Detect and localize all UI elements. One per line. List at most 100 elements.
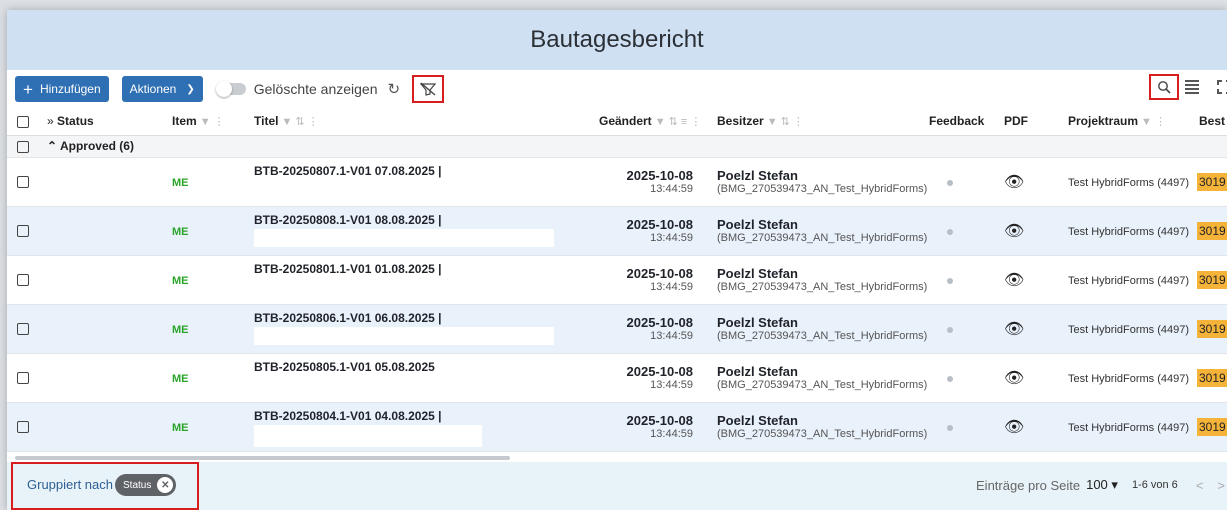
next-page-icon[interactable]: > xyxy=(1217,478,1225,493)
feedback-dot-icon xyxy=(947,424,953,431)
search-button[interactable] xyxy=(1149,74,1179,100)
col-besitzer[interactable]: Besitzer ▼ ⇅ ⋮ xyxy=(707,108,929,136)
eye-icon[interactable]: 👁 xyxy=(1004,174,1024,191)
status-cell xyxy=(47,206,172,256)
right-tools xyxy=(1149,74,1227,100)
col-projektraum[interactable]: Projektraum ▼ ⋮ xyxy=(1054,108,1187,136)
project-cell: Test HybridForms (4497) xyxy=(1068,225,1190,238)
add-button-label: Hinzufügen xyxy=(39,82,101,96)
expand-all-icon[interactable]: » xyxy=(47,114,54,128)
title-cell[interactable]: BTB-20250801.1-V01 01.08.2025 | xyxy=(254,255,599,305)
row-checkbox[interactable] xyxy=(17,176,29,189)
title-cell[interactable]: BTB-20250807.1-V01 07.08.2025 | xyxy=(254,157,599,207)
table-row[interactable]: ME BTB-20250808.1-V01 08.08.2025 | 2025-10… xyxy=(7,206,1227,256)
actions-button[interactable]: Aktionen ❯ xyxy=(121,76,203,102)
eye-icon[interactable]: 👁 xyxy=(1004,321,1024,338)
show-deleted-label: Gelöschte anzeigen xyxy=(253,81,378,97)
app-window: Bautagesbericht + Hinzufügen Aktionen ❯ … xyxy=(7,10,1227,510)
col-titel[interactable]: Titel ▼ ⇅ ⋮ xyxy=(254,108,599,136)
title-cell[interactable]: BTB-20250805.1-V01 05.08.2025 xyxy=(254,353,599,403)
project-cell: Test HybridForms (4497) xyxy=(1068,372,1190,385)
row-checkbox[interactable] xyxy=(17,323,29,336)
redacted-area xyxy=(254,228,554,247)
item-badge: ME xyxy=(172,323,189,336)
col-status[interactable]: » Status xyxy=(47,108,172,136)
table-header: » Status Item ▼ ⋮ Titel ▼ ⇅ ⋮ Geändert ▼ ⇅ … xyxy=(7,108,1227,136)
owner-cell: Poelzl Stefan (BMG_270539473_AN_Test_Hybr… xyxy=(707,157,929,207)
group-chip[interactable]: Status ✕ xyxy=(115,474,177,496)
project-cell: Test HybridForms (4497) xyxy=(1068,421,1190,434)
eye-icon[interactable]: 👁 xyxy=(1004,419,1024,436)
columns-icon[interactable] xyxy=(1185,80,1199,94)
toolbar: + Hinzufügen Aktionen ❯ Gelöschte anzeig… xyxy=(7,70,1227,108)
status-cell xyxy=(47,353,172,403)
modified-cell: 2025-10-08 13:44:59 xyxy=(599,255,707,305)
clear-filter-button[interactable] xyxy=(412,75,445,103)
row-title: BTB-20250808.1-V01 08.08.2025 | xyxy=(254,212,442,227)
col-extra[interactable]: Best xyxy=(1187,108,1227,136)
footer: Gruppiert nach Status ✕ Einträge pro Sei… xyxy=(7,462,1227,510)
toggle-knob xyxy=(215,81,232,97)
title-cell[interactable]: BTB-20250808.1-V01 08.08.2025 | xyxy=(254,206,599,256)
chevron-down-icon: ❯ xyxy=(186,83,195,95)
item-badge: ME xyxy=(172,225,189,238)
chevron-up-icon[interactable]: ⌃ xyxy=(47,139,57,153)
table-row[interactable]: ME BTB-20250804.1-V01 04.08.2025 | 2025-10… xyxy=(7,402,1227,452)
add-button[interactable]: + Hinzufügen xyxy=(15,76,109,102)
eye-icon[interactable]: 👁 xyxy=(1004,370,1024,387)
modified-cell: 2025-10-08 13:44:59 xyxy=(599,206,707,256)
actions-button-label: Aktionen xyxy=(129,82,177,96)
feedback-dot-icon xyxy=(947,326,953,333)
show-deleted-toggle[interactable] xyxy=(215,81,246,97)
col-feedback[interactable]: Feedback xyxy=(929,108,1004,136)
row-count: 1-6 von 6 xyxy=(1131,479,1178,491)
table-row[interactable]: ME BTB-20250801.1-V01 01.08.2025 | 2025-10… xyxy=(7,255,1227,305)
horizontal-scrollbar[interactable] xyxy=(15,456,510,460)
remove-chip-icon[interactable]: ✕ xyxy=(157,477,174,493)
status-cell xyxy=(47,402,172,452)
row-title: BTB-20250806.1-V01 06.08.2025 | xyxy=(254,310,442,325)
select-all-checkbox[interactable] xyxy=(17,116,29,129)
row-checkbox[interactable] xyxy=(17,274,29,287)
item-badge: ME xyxy=(172,274,189,287)
row-checkbox[interactable] xyxy=(17,421,29,434)
prev-page-icon[interactable]: < xyxy=(1196,478,1204,493)
plus-icon: + xyxy=(23,79,33,99)
group-row[interactable]: ⌃ Approved (6) xyxy=(7,135,1227,158)
project-tag: 3019 xyxy=(1197,172,1227,191)
per-page-select[interactable]: 100 ▾ xyxy=(1086,477,1118,493)
grouped-by-label: Gruppiert nach xyxy=(27,477,113,492)
eye-icon[interactable]: 👁 xyxy=(1004,272,1024,289)
project-tag: 3019 xyxy=(1197,270,1227,289)
col-item[interactable]: Item ▼ ⋮ xyxy=(172,108,254,136)
group-label: Approved (6) xyxy=(59,139,134,153)
eye-icon[interactable]: 👁 xyxy=(1004,223,1024,240)
project-cell: Test HybridForms (4497) xyxy=(1068,274,1190,287)
modified-cell: 2025-10-08 13:44:59 xyxy=(599,304,707,354)
table-row[interactable]: ME BTB-20250807.1-V01 07.08.2025 | 2025-10… xyxy=(7,157,1227,207)
redacted-area xyxy=(254,326,554,345)
title-cell[interactable]: BTB-20250806.1-V01 06.08.2025 | xyxy=(254,304,599,354)
modified-cell: 2025-10-08 13:44:59 xyxy=(599,157,707,207)
item-badge: ME xyxy=(172,421,189,434)
row-title: BTB-20250807.1-V01 07.08.2025 | xyxy=(254,163,442,178)
group-checkbox[interactable] xyxy=(17,140,29,153)
filter-off-icon xyxy=(420,82,437,96)
title-cell[interactable]: BTB-20250804.1-V01 04.08.2025 | xyxy=(254,402,599,452)
table-row[interactable]: ME BTB-20250805.1-V01 05.08.2025 2025-10-0… xyxy=(7,353,1227,403)
report-table: » Status Item ▼ ⋮ Titel ▼ ⇅ ⋮ Geändert ▼ ⇅ … xyxy=(7,108,1227,452)
refresh-icon[interactable]: ↻ xyxy=(388,80,401,98)
status-cell xyxy=(47,304,172,354)
col-pdf[interactable]: PDF xyxy=(1004,108,1054,136)
owner-cell: Poelzl Stefan (BMG_270539473_AN_Test_Hybr… xyxy=(707,353,929,403)
modified-cell: 2025-10-08 13:44:59 xyxy=(599,402,707,452)
row-checkbox[interactable] xyxy=(17,372,29,385)
feedback-dot-icon xyxy=(947,228,953,235)
project-tag: 3019 xyxy=(1197,319,1227,338)
col-geaendert[interactable]: Geändert ▼ ⇅ ≡ ⋮ xyxy=(599,108,707,136)
page-title: Bautagesbericht xyxy=(7,10,1227,70)
row-checkbox[interactable] xyxy=(17,225,29,238)
fullscreen-icon[interactable] xyxy=(1217,80,1227,94)
project-cell: Test HybridForms (4497) xyxy=(1068,176,1190,189)
table-row[interactable]: ME BTB-20250806.1-V01 06.08.2025 | 2025-10… xyxy=(7,304,1227,354)
